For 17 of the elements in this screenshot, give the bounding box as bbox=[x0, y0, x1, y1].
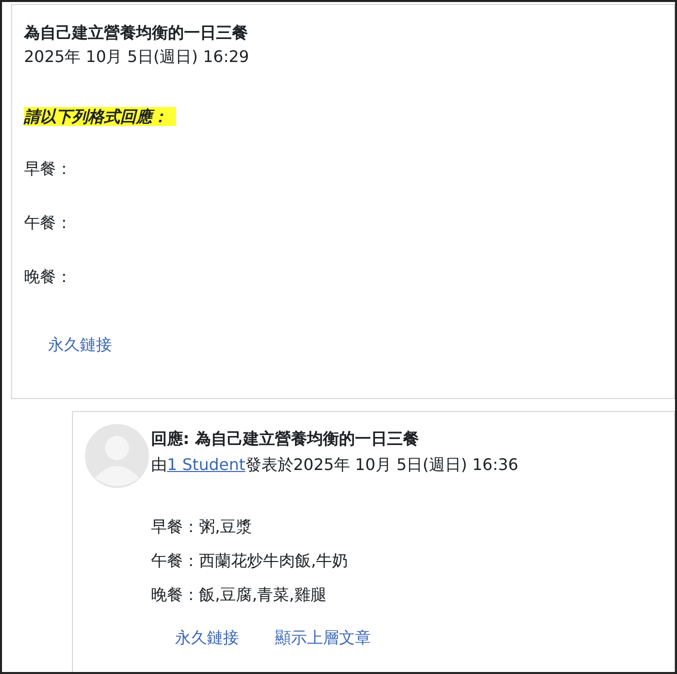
reply-link[interactable]: 顯示上層文章 bbox=[275, 626, 371, 650]
post-title: 為自己建立營養均衡的一日三餐 bbox=[24, 22, 249, 44]
avatar-icon bbox=[85, 424, 149, 488]
reply-link[interactable]: 永久鏈接 bbox=[175, 626, 239, 650]
post-date: 2025年 10月 5日(週日) 16:29 bbox=[24, 46, 250, 68]
meal-label: 早餐： bbox=[24, 158, 73, 180]
byline-prefix: 由 bbox=[151, 454, 167, 476]
reply-date: 發表於2025年 10月 5日(週日) 16:36 bbox=[245, 454, 518, 476]
meal-label: 午餐： bbox=[24, 212, 73, 234]
format-prompt: 請以下列格式回應： bbox=[24, 107, 176, 126]
meal-answer: 早餐：粥,豆漿 bbox=[151, 516, 254, 538]
meal-answer: 晚餐：飯,豆腐,青菜,雞腿 bbox=[151, 584, 328, 606]
meal-label: 晚餐： bbox=[24, 266, 73, 288]
post-link[interactable]: 永久鏈接 bbox=[48, 333, 112, 357]
reply-title: 回應: 為自己建立營養均衡的一日三餐 bbox=[151, 428, 420, 450]
meal-answer: 午餐：西蘭花炒牛肉飯,牛奶 bbox=[151, 550, 350, 572]
author-link[interactable]: 1 Student bbox=[167, 452, 246, 478]
